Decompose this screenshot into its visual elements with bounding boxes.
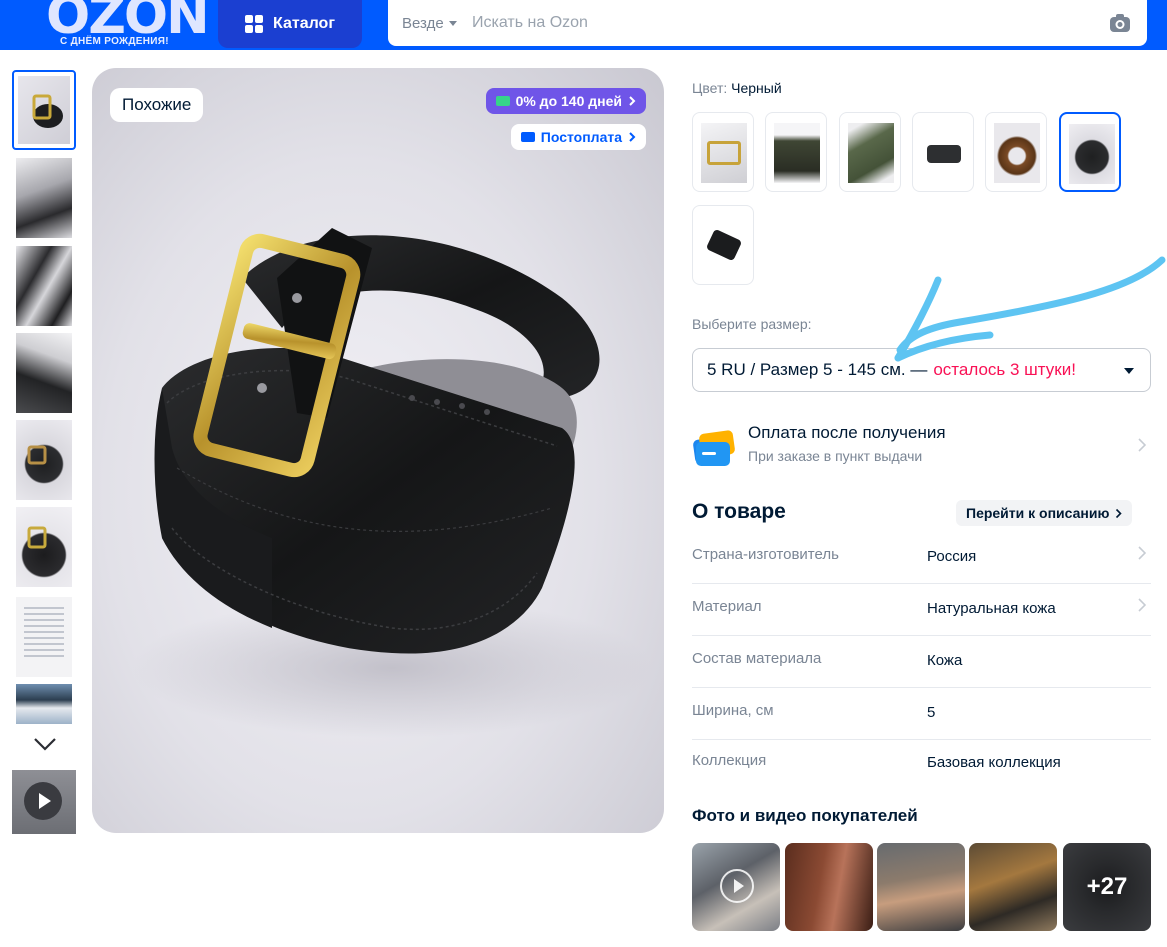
customer-photo[interactable]	[969, 843, 1057, 931]
thumbnail-1[interactable]	[12, 70, 76, 150]
thumbnail-6[interactable]	[12, 507, 76, 587]
spec-key: Материал	[692, 598, 762, 615]
chevron-right-icon	[1116, 508, 1123, 518]
payment-title: Оплата после получения	[748, 423, 946, 442]
play-icon	[720, 869, 754, 903]
size-select[interactable]: 5 RU / Размер 5 - 145 см. — осталось 3 ш…	[692, 348, 1151, 392]
spec-row[interactable]: Материал Натуральная кожа	[692, 584, 1151, 636]
size-label: Выберите размер:	[692, 316, 812, 332]
spec-value: Россия	[927, 548, 977, 565]
main-product-image[interactable]: Похожие 0% до 140 дней Постоплата	[92, 68, 664, 833]
catalog-button[interactable]: Каталог	[218, 0, 362, 48]
color-value: Черный	[731, 80, 782, 96]
color-swatch-1[interactable]	[692, 112, 754, 192]
thumbnail-4[interactable]	[12, 333, 76, 413]
similar-products-button[interactable]: Похожие	[110, 88, 204, 122]
customer-photo[interactable]	[785, 843, 873, 931]
thumbnail-3[interactable]	[12, 246, 76, 326]
spec-key: Страна-изготовитель	[692, 546, 839, 563]
color-swatch-7[interactable]	[692, 205, 754, 285]
search-scope-label: Везде	[402, 14, 444, 32]
customer-photo-more[interactable]: +27	[1063, 843, 1151, 931]
color-swatch-4[interactable]	[912, 112, 974, 192]
spec-value: 5	[927, 704, 936, 721]
spec-value: Кожа	[927, 652, 963, 669]
spec-row: Коллекция Базовая коллекция	[692, 738, 1151, 790]
color-label: Цвет: Черный	[692, 80, 782, 96]
postpay-badge[interactable]: Постоплата	[510, 124, 646, 150]
payment-card-icon	[693, 430, 735, 466]
color-swatch-5[interactable]	[985, 112, 1047, 192]
chevron-right-icon	[1138, 438, 1146, 452]
thumbnail-8[interactable]	[12, 684, 76, 724]
spec-key: Ширина, см	[692, 702, 774, 719]
go-to-description-link[interactable]: Перейти к описанию	[956, 500, 1133, 526]
payment-after-delivery[interactable]: Оплата после получения При заказе в пунк…	[692, 420, 1151, 470]
chevron-right-icon	[1138, 546, 1146, 560]
search-input[interactable]	[472, 14, 1109, 32]
spec-row: Ширина, см 5	[692, 688, 1151, 740]
site-header: OZON С ДНЁМ РОЖДЕНИЯ! Каталог Везде	[0, 0, 1167, 50]
customer-photo[interactable]	[877, 843, 965, 931]
spec-value: Базовая коллекция	[927, 754, 1061, 771]
video-thumbnail[interactable]	[12, 770, 76, 834]
search-scope-dropdown[interactable]: Везде	[388, 15, 472, 32]
belt-photo	[132, 228, 652, 738]
logo-tagline: С ДНЁМ РОЖДЕНИЯ!	[60, 36, 169, 47]
color-swatch-2[interactable]	[765, 112, 827, 192]
search-bar: Везде	[386, 0, 1149, 48]
spec-row[interactable]: Страна-изготовитель Россия	[692, 532, 1151, 584]
camera-icon[interactable]	[1109, 12, 1131, 34]
installment-badge-label: 0% до 140 дней	[515, 93, 622, 109]
spec-row: Состав материала Кожа	[692, 636, 1151, 688]
spec-key: Коллекция	[692, 752, 767, 769]
customer-media-title: Фото и видео покупателей	[692, 806, 918, 825]
card-icon	[520, 132, 535, 142]
postpay-badge-label: Постоплата	[540, 129, 622, 145]
color-swatch-3[interactable]	[839, 112, 901, 192]
spec-value: Натуральная кожа	[927, 600, 1056, 617]
about-product-title: О товаре	[692, 500, 786, 523]
chevron-down-icon	[1124, 368, 1134, 374]
customer-video[interactable]	[692, 843, 780, 931]
chevron-right-icon	[629, 132, 636, 142]
ozon-logo[interactable]: OZON С ДНЁМ РОЖДЕНИЯ!	[40, 0, 210, 48]
grid-icon	[245, 15, 263, 33]
chevron-right-icon	[629, 96, 636, 106]
similar-label: Похожие	[122, 95, 192, 114]
belt-thumb-image	[32, 94, 63, 128]
thumbnail-7[interactable]	[12, 597, 76, 677]
chevron-right-icon	[1138, 598, 1146, 612]
payment-subtitle: При заказе в пункт выдачи	[748, 448, 923, 464]
thumbnail-5[interactable]	[12, 420, 76, 500]
color-swatch-6[interactable]	[1059, 112, 1121, 192]
chevron-down-icon	[448, 20, 457, 26]
installment-badge[interactable]: 0% до 140 дней	[485, 88, 646, 114]
chevron-down-icon[interactable]	[32, 736, 58, 752]
spec-key: Состав материала	[692, 650, 822, 667]
stock-warning: осталось 3 штуки!	[933, 360, 1076, 379]
size-value: 5 RU / Размер 5 - 145 см. —	[707, 360, 928, 379]
more-photos-count: +27	[1063, 843, 1151, 931]
card-icon	[495, 96, 510, 106]
thumbnail-2[interactable]	[12, 158, 76, 238]
catalog-label: Каталог	[273, 15, 335, 32]
